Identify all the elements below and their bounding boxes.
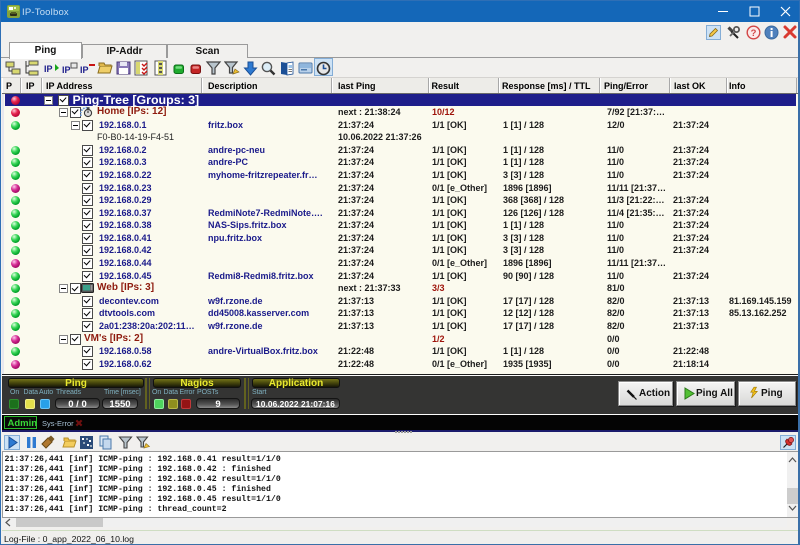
svg-text:IP: IP <box>62 65 71 75</box>
svg-text:IP: IP <box>80 65 89 75</box>
svg-text:IP: IP <box>44 64 53 74</box>
svg-text:?: ? <box>751 28 757 39</box>
